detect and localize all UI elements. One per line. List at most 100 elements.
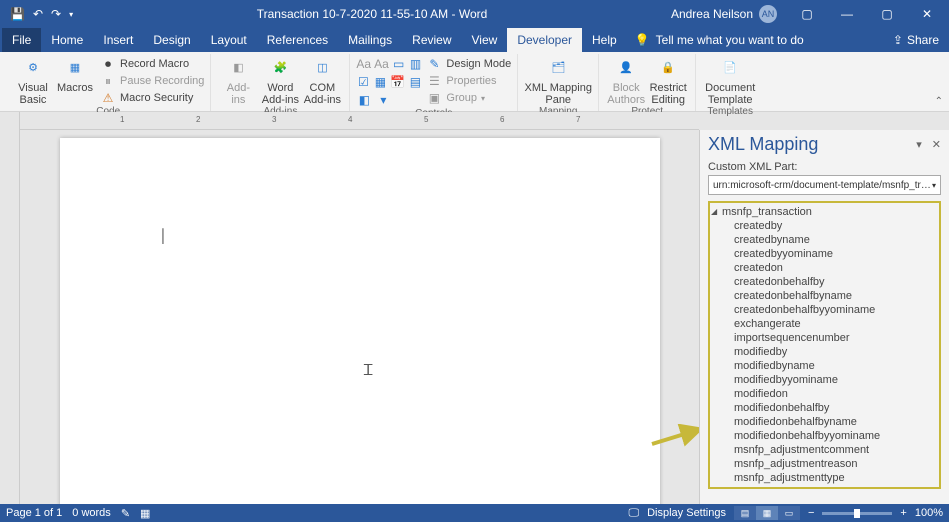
display-settings-label[interactable]: Display Settings (647, 507, 726, 519)
addins-button: ◧ Add- ins (217, 56, 259, 106)
group-icon: ▣ (426, 90, 442, 106)
macro-record-status-icon[interactable]: ▦ (140, 507, 150, 520)
tree-node[interactable]: modifiedonbehalfbyyominame (712, 429, 937, 443)
properties-button: ☰Properties (426, 73, 511, 89)
visual-basic-button[interactable]: ⚙ Visual Basic (12, 56, 54, 106)
block-authors-icon: 👤 (614, 56, 638, 80)
tree-node[interactable]: modifiedbyname (712, 359, 937, 373)
save-icon[interactable]: 💾 (10, 7, 25, 21)
document-template-button[interactable]: 📄 Document Template (702, 56, 758, 106)
horizontal-ruler[interactable]: 1 2 3 4 5 6 7 (20, 112, 699, 130)
word-addins-button[interactable]: 🧩 Word Add-ins (259, 56, 301, 106)
file-tab[interactable]: File (2, 28, 41, 52)
tree-root-node[interactable]: msnfp_transaction (712, 205, 937, 219)
vb-icon: ⚙ (21, 56, 45, 80)
share-label: Share (907, 33, 939, 47)
close-icon[interactable]: ✕ (909, 0, 945, 28)
redo-icon[interactable]: ↷ (51, 7, 61, 21)
macro-security-button[interactable]: ⚠Macro Security (100, 90, 204, 106)
ribbon-options-icon[interactable]: ▢ (789, 0, 825, 28)
mouse-ibeam-cursor: Ꮖ (364, 362, 370, 379)
restrict-icon: 🔒 (656, 56, 680, 80)
window-title: Transaction 10-7-2020 11-55-10 AM - Word (257, 7, 488, 21)
zoom-slider[interactable] (822, 512, 892, 515)
tree-node[interactable]: createdbyyominame (712, 247, 937, 261)
zoom-level[interactable]: 100% (915, 507, 943, 519)
lightbulb-icon: 💡 (635, 33, 650, 47)
tree-node[interactable]: createdon (712, 261, 937, 275)
xml-mapping-pane-button[interactable]: 🗂 XML Mapping Pane (524, 56, 592, 106)
controls-gallery[interactable]: AaAa▭▥ (356, 56, 422, 72)
text-cursor: │ (160, 228, 168, 243)
status-bar: Page 1 of 1 0 words ✎ ▦ 🖵 Display Settin… (0, 504, 949, 522)
group-button: ▣Group ▾ (426, 90, 511, 106)
zoom-in-button[interactable]: + (900, 507, 906, 519)
tree-node[interactable]: modifiedbyyominame (712, 373, 937, 387)
print-layout-button[interactable]: ▦ (756, 506, 778, 520)
minimize-icon[interactable]: — (829, 0, 865, 28)
record-macro-button[interactable]: ⏺Record Macro (100, 56, 204, 72)
tree-node[interactable]: msnfp_adjustmentreason (712, 457, 937, 471)
restrict-editing-button[interactable]: 🔒 Restrict Editing (647, 56, 689, 106)
warning-icon: ⚠ (100, 90, 116, 106)
read-mode-button[interactable]: ▤ (734, 506, 756, 520)
share-button[interactable]: ⇪ Share (893, 33, 947, 47)
tab-review[interactable]: Review (402, 28, 461, 52)
page-indicator[interactable]: Page 1 of 1 (6, 507, 62, 519)
properties-icon: ☰ (426, 73, 442, 89)
xml-mapping-icon: 🗂 (546, 56, 570, 80)
design-mode-button[interactable]: ✎Design Mode (426, 56, 511, 72)
vertical-ruler[interactable] (0, 130, 20, 504)
document-area[interactable]: │ Ꮖ (20, 130, 699, 504)
page[interactable]: │ Ꮖ (60, 138, 660, 504)
tab-help[interactable]: Help (582, 28, 627, 52)
record-icon: ⏺ (100, 56, 116, 72)
tree-node[interactable]: modifiedonbehalfby (712, 401, 937, 415)
tab-home[interactable]: Home (41, 28, 93, 52)
word-count[interactable]: 0 words (72, 507, 111, 519)
tree-node[interactable]: createdbyname (712, 233, 937, 247)
dropdown-value: urn:microsoft-crm/document-template/msnf… (713, 180, 932, 191)
custom-xml-part-dropdown[interactable]: urn:microsoft-crm/document-template/msnf… (708, 175, 941, 195)
xml-tree[interactable]: msnfp_transaction createdbycreatedbyname… (708, 201, 941, 489)
tree-node[interactable]: createdonbehalfbyname (712, 289, 937, 303)
pane-subtitle: Custom XML Part: (700, 161, 949, 175)
display-settings-icon[interactable]: 🖵 (629, 507, 640, 520)
zoom-out-button[interactable]: − (808, 507, 814, 519)
tab-insert[interactable]: Insert (93, 28, 143, 52)
tab-design[interactable]: Design (143, 28, 200, 52)
tree-node[interactable]: modifiedon (712, 387, 937, 401)
com-addins-button[interactable]: ◫ COM Add-ins (301, 56, 343, 106)
tell-me[interactable]: Tell me what you want to do (656, 33, 804, 47)
tree-node[interactable]: createdonbehalfby (712, 275, 937, 289)
tab-developer[interactable]: Developer (507, 28, 582, 52)
tree-node[interactable]: createdby (712, 219, 937, 233)
spellcheck-icon[interactable]: ✎ (121, 507, 130, 520)
xml-mapping-pane: XML Mapping ▾ ✕ Custom XML Part: urn:mic… (699, 130, 949, 504)
pane-close-icon[interactable]: ✕ (932, 138, 941, 151)
pause-recording-button: ⏸Pause Recording (100, 73, 204, 89)
tab-mailings[interactable]: Mailings (338, 28, 402, 52)
web-layout-button[interactable]: ▭ (778, 506, 800, 520)
user-name[interactable]: Andrea Neilson (671, 7, 753, 21)
word-addins-icon: 🧩 (268, 56, 292, 80)
tree-node[interactable]: modifiedonbehalfbyname (712, 415, 937, 429)
tab-references[interactable]: References (257, 28, 338, 52)
tree-node[interactable]: msnfp_adjustmenttype (712, 471, 937, 485)
tab-view[interactable]: View (462, 28, 508, 52)
avatar[interactable]: AN (759, 5, 777, 23)
collapse-ribbon-icon[interactable]: ⌃ (935, 96, 943, 107)
tree-node[interactable]: createdonbehalfbyyominame (712, 303, 937, 317)
tree-node[interactable]: exchangerate (712, 317, 937, 331)
tree-node[interactable]: modifiedby (712, 345, 937, 359)
qat-dropdown-icon[interactable]: ▾ (69, 10, 73, 19)
tree-node[interactable]: importsequencenumber (712, 331, 937, 345)
undo-icon[interactable]: ↶ (33, 7, 43, 21)
chevron-down-icon: ▾ (932, 181, 936, 190)
pane-options-icon[interactable]: ▾ (916, 138, 922, 151)
tree-node[interactable]: msnfp_adjustmentcomment (712, 443, 937, 457)
group-templates-label: Templates (702, 106, 758, 118)
macros-button[interactable]: ▦ Macros (54, 56, 96, 94)
maximize-icon[interactable]: ▢ (869, 0, 905, 28)
tab-layout[interactable]: Layout (201, 28, 257, 52)
